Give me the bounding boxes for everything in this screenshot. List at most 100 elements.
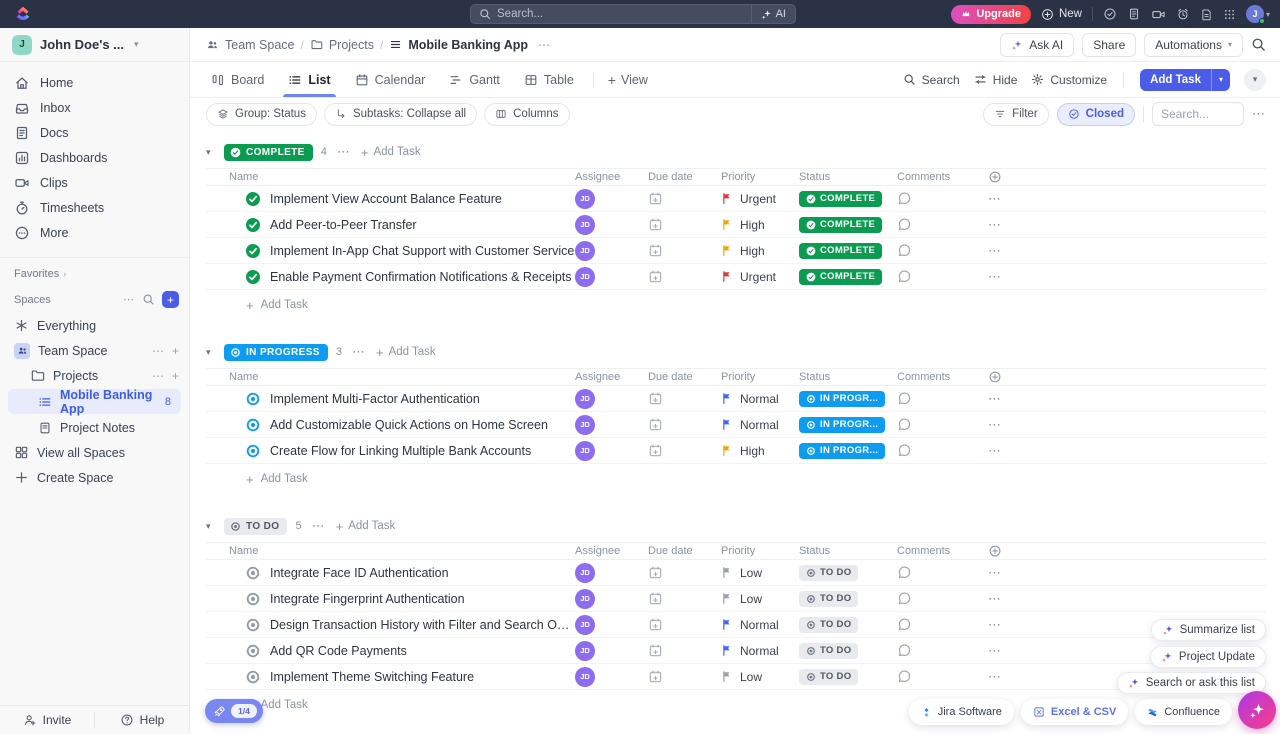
priority-cell[interactable]: Low bbox=[721, 592, 799, 606]
sidebar-item-docs[interactable]: Docs bbox=[0, 120, 189, 145]
task-name-cell[interactable]: Integrate Fingerprint Authentication bbox=[206, 591, 575, 607]
column-header-name[interactable]: Name bbox=[206, 371, 575, 383]
assignee-cell[interactable]: JD bbox=[575, 241, 648, 261]
status-cell[interactable]: IN PROGR... bbox=[799, 443, 897, 459]
due-date-cell[interactable] bbox=[648, 269, 721, 284]
status-cell[interactable]: IN PROGR... bbox=[799, 391, 897, 407]
comments-cell[interactable] bbox=[897, 643, 976, 658]
assignee-avatar[interactable]: JD bbox=[575, 667, 595, 687]
column-header-status[interactable]: Status bbox=[799, 545, 897, 557]
clips-icon[interactable] bbox=[1151, 7, 1166, 22]
assignee-avatar[interactable]: JD bbox=[575, 267, 595, 287]
task-row[interactable]: Enable Payment Confirmation Notification… bbox=[206, 264, 1266, 290]
sidebar-item-clips[interactable]: Clips bbox=[0, 170, 189, 195]
confluence-button[interactable]: Confluence bbox=[1135, 699, 1232, 725]
sidebar-item-project-notes[interactable]: Project Notes bbox=[0, 415, 189, 440]
tab-list[interactable]: List bbox=[283, 62, 335, 97]
status-badge[interactable]: TO DO bbox=[799, 591, 858, 607]
task-row[interactable]: Implement In-App Chat Support with Custo… bbox=[206, 238, 1266, 264]
column-header-priority[interactable]: Priority bbox=[721, 545, 799, 557]
priority-cell[interactable]: Normal bbox=[721, 392, 799, 406]
tab-calendar[interactable]: Calendar bbox=[350, 62, 431, 97]
assignee-avatar[interactable]: JD bbox=[575, 189, 595, 209]
assignee-cell[interactable]: JD bbox=[575, 189, 648, 209]
column-header-due-date[interactable]: Due date bbox=[648, 545, 721, 557]
due-date-cell[interactable] bbox=[648, 243, 721, 258]
assignee-avatar[interactable]: JD bbox=[575, 215, 595, 235]
assignee-avatar[interactable]: JD bbox=[575, 615, 595, 635]
favorites-section-toggle[interactable]: Favorites › bbox=[0, 258, 189, 282]
column-header-priority[interactable]: Priority bbox=[721, 171, 799, 183]
docs-icon[interactable] bbox=[1200, 8, 1213, 21]
group-menu-button[interactable]: ⋯ bbox=[352, 344, 366, 360]
status-cell[interactable]: COMPLETE bbox=[799, 217, 897, 233]
task-name-cell[interactable]: Implement View Account Balance Feature bbox=[206, 191, 575, 207]
task-status-icon[interactable] bbox=[245, 243, 261, 259]
column-header-assignee[interactable]: Assignee bbox=[575, 545, 648, 557]
comments-cell[interactable] bbox=[897, 269, 976, 284]
projects-menu-button[interactable]: ⋯ bbox=[152, 369, 164, 383]
column-header-comments[interactable]: Comments bbox=[897, 171, 976, 183]
new-button[interactable]: New bbox=[1041, 8, 1082, 21]
task-row[interactable]: Implement Theme Switching Feature JD Low… bbox=[206, 664, 1266, 690]
group-status-badge[interactable]: COMPLETE bbox=[224, 144, 313, 161]
task-row[interactable]: Add Customizable Quick Actions on Home S… bbox=[206, 412, 1266, 438]
task-menu-button[interactable]: ⋯ bbox=[976, 669, 1002, 684]
task-row[interactable]: Create Flow for Linking Multiple Bank Ac… bbox=[206, 438, 1266, 464]
user-menu[interactable]: J ▾ bbox=[1246, 5, 1270, 23]
assignee-cell[interactable]: JD bbox=[575, 589, 648, 609]
task-name-cell[interactable]: Add Peer-to-Peer Transfer bbox=[206, 217, 575, 233]
status-cell[interactable]: TO DO bbox=[799, 617, 897, 633]
task-name[interactable]: Create Flow for Linking Multiple Bank Ac… bbox=[270, 444, 531, 458]
help-button[interactable]: Help bbox=[95, 706, 189, 734]
list-search-input[interactable] bbox=[1152, 102, 1244, 126]
assignee-avatar[interactable]: JD bbox=[575, 241, 595, 261]
task-status-icon[interactable] bbox=[245, 443, 261, 459]
ai-assistant-fab[interactable] bbox=[1238, 691, 1276, 729]
status-badge[interactable]: IN PROGR... bbox=[799, 443, 885, 459]
task-name[interactable]: Integrate Fingerprint Authentication bbox=[270, 592, 465, 606]
jira-software-button[interactable]: Jira Software bbox=[909, 699, 1014, 725]
assignee-avatar[interactable]: JD bbox=[575, 389, 595, 409]
column-header-due-date[interactable]: Due date bbox=[648, 171, 721, 183]
task-status-icon[interactable] bbox=[245, 617, 261, 633]
due-date-cell[interactable] bbox=[648, 191, 721, 206]
assignee-avatar[interactable]: JD bbox=[575, 563, 595, 583]
notepad-icon[interactable] bbox=[1127, 7, 1141, 21]
priority-cell[interactable]: High bbox=[721, 218, 799, 232]
status-badge[interactable]: TO DO bbox=[799, 617, 858, 633]
assignee-cell[interactable]: JD bbox=[575, 389, 648, 409]
assignee-avatar[interactable]: JD bbox=[575, 415, 595, 435]
breadcrumb-current[interactable]: Mobile Banking App bbox=[389, 38, 528, 52]
ask-ai-button[interactable]: Ask AI bbox=[1000, 33, 1074, 57]
status-cell[interactable]: IN PROGR... bbox=[799, 417, 897, 433]
priority-cell[interactable]: High bbox=[721, 244, 799, 258]
task-row[interactable]: Add QR Code Payments JD Normal TO DO ⋯ bbox=[206, 638, 1266, 664]
task-menu-button[interactable]: ⋯ bbox=[976, 417, 1002, 432]
assignee-cell[interactable]: JD bbox=[575, 667, 648, 687]
task-status-icon[interactable] bbox=[245, 643, 261, 659]
task-name-cell[interactable]: Enable Payment Confirmation Notification… bbox=[206, 269, 575, 285]
status-cell[interactable]: TO DO bbox=[799, 565, 897, 581]
summarize-list-button[interactable]: Summarize list bbox=[1151, 619, 1266, 641]
group-status-badge[interactable]: IN PROGRESS bbox=[224, 344, 328, 361]
group-add-task-button[interactable]: +Add Task bbox=[336, 519, 396, 534]
add-space-button[interactable]: + bbox=[162, 291, 179, 308]
spaces-search-icon[interactable] bbox=[142, 293, 155, 306]
task-menu-button[interactable]: ⋯ bbox=[976, 217, 1002, 232]
status-badge[interactable]: TO DO bbox=[799, 643, 858, 659]
add-view-button[interactable]: + View bbox=[608, 72, 648, 88]
status-badge[interactable]: IN PROGR... bbox=[799, 391, 885, 407]
task-menu-button[interactable]: ⋯ bbox=[976, 643, 1002, 658]
view-search-button[interactable]: Search bbox=[903, 73, 960, 87]
task-status-icon[interactable] bbox=[245, 217, 261, 233]
task-menu-button[interactable]: ⋯ bbox=[976, 443, 1002, 458]
collapse-header-button[interactable]: ▾ bbox=[1244, 69, 1266, 91]
task-name-cell[interactable]: Integrate Face ID Authentication bbox=[206, 565, 575, 581]
assignee-cell[interactable]: JD bbox=[575, 641, 648, 661]
add-column-button[interactable] bbox=[988, 544, 1002, 558]
due-date-cell[interactable] bbox=[648, 217, 721, 232]
toolbar-menu-button[interactable]: ⋯ bbox=[1252, 106, 1266, 122]
add-task-row-button[interactable]: +Add Task bbox=[206, 292, 1266, 318]
add-task-row-button[interactable]: +Add Task bbox=[206, 466, 1266, 492]
